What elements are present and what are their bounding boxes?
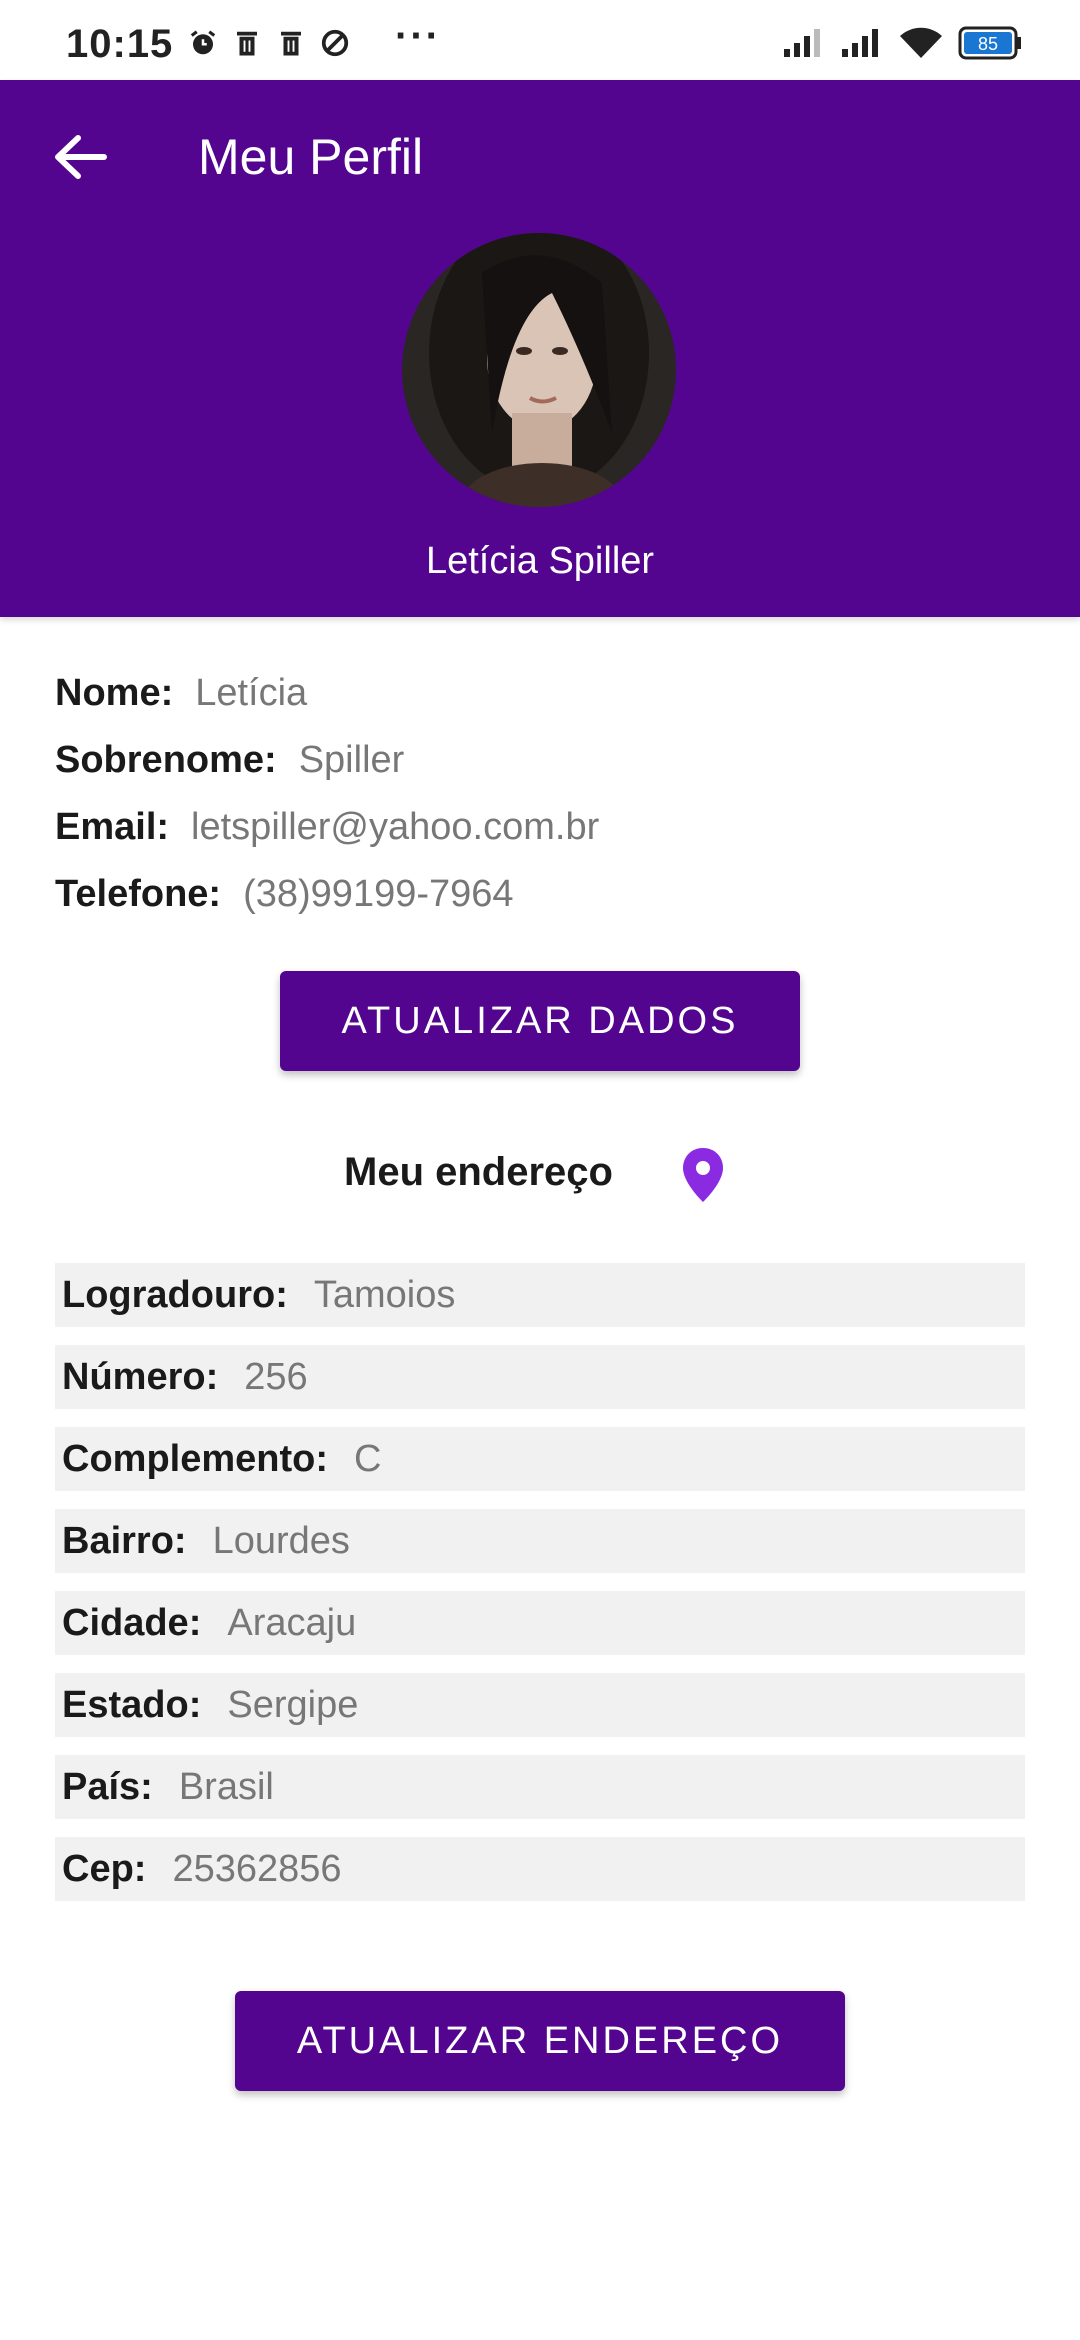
trash-icon xyxy=(237,31,257,56)
address-value: Aracaju xyxy=(227,1602,357,1644)
page-title: Meu Perfil xyxy=(198,129,424,185)
status-system-icons: 85 xyxy=(782,26,1022,60)
address-label: Cidade: xyxy=(62,1602,202,1644)
info-label: Telefone: xyxy=(55,873,222,915)
address-value: Tamoios xyxy=(313,1274,456,1316)
address-value: Brasil xyxy=(178,1766,274,1808)
alarm-icon xyxy=(190,30,216,55)
info-row-email: Email: letspiller@yahoo.com.br xyxy=(55,806,599,873)
profile-name: Letícia Spiller xyxy=(425,540,655,582)
battery-icon: 85 xyxy=(958,26,1021,60)
info-value: letspiller@yahoo.com.br xyxy=(191,806,600,848)
address-value: 25362856 xyxy=(172,1848,342,1890)
address-label: Número: xyxy=(62,1356,219,1398)
address-heading: Meu endereço xyxy=(344,1150,613,1194)
address-value: C xyxy=(354,1438,382,1480)
address-label: País: xyxy=(62,1766,153,1808)
blocked-icon xyxy=(321,29,349,57)
info-row-sobrenome: Sobrenome: Spiller xyxy=(55,739,599,806)
address-row-cidade: Cidade: Aracaju xyxy=(55,1591,1025,1655)
info-value: Spiller xyxy=(298,739,405,781)
address-value: Sergipe xyxy=(227,1684,359,1726)
address-row-pais: País: Brasil xyxy=(55,1755,1025,1819)
info-value: Letícia xyxy=(195,672,308,714)
avatar xyxy=(402,233,676,507)
info-label: Nome: xyxy=(55,672,174,714)
address-label: Complemento: xyxy=(62,1438,328,1480)
update-address-button[interactable]: ATUALIZAR ENDEREÇO xyxy=(235,1991,845,2091)
avatar-photo xyxy=(402,233,676,507)
address-label: Cep: xyxy=(62,1848,147,1890)
signal-icon xyxy=(784,29,820,57)
address-row-logradouro: Logradouro: Tamoios xyxy=(55,1263,1025,1327)
update-data-button[interactable]: ATUALIZAR DADOS xyxy=(280,971,800,1071)
address-row-complemento: Complemento: C xyxy=(55,1427,1025,1491)
info-label: Sobrenome: xyxy=(55,739,277,781)
address-label: Logradouro: xyxy=(62,1274,288,1316)
status-notifications xyxy=(188,28,350,58)
trash-icon xyxy=(281,31,301,56)
wifi-icon xyxy=(900,27,942,58)
personal-info: Nome: Letícia Sobrenome: Spiller Email: let… xyxy=(55,672,599,940)
info-row-telefone: Telefone: (38)99199-7964 xyxy=(55,873,599,940)
address-label: Bairro: xyxy=(62,1520,187,1562)
info-row-nome: Nome: Letícia xyxy=(55,672,599,739)
info-value: (38)99199-7964 xyxy=(243,873,514,915)
status-time: 10:15 xyxy=(66,22,174,66)
battery-level: 85 xyxy=(978,34,998,54)
address-row-numero: Número: 256 xyxy=(55,1345,1025,1409)
profile-header: Meu Perfil Letícia Spiller xyxy=(0,80,1080,617)
address-value: 256 xyxy=(244,1356,308,1398)
location-pin-icon[interactable] xyxy=(680,1146,726,1204)
status-bar: 10:15 ··· 85 xyxy=(0,0,1080,80)
address-list: Logradouro: Tamoios Número: 256 Complement… xyxy=(55,1263,1025,1919)
address-value: Lourdes xyxy=(212,1520,350,1562)
address-row-cep: Cep: 25362856 xyxy=(55,1837,1025,1901)
address-label: Estado: xyxy=(62,1684,202,1726)
address-row-estado: Estado: Sergipe xyxy=(55,1673,1025,1737)
more-notifications-icon: ··· xyxy=(395,14,441,58)
info-label: Email: xyxy=(55,806,170,848)
address-row-bairro: Bairro: Lourdes xyxy=(55,1509,1025,1573)
signal-icon xyxy=(842,29,878,57)
back-arrow-icon[interactable] xyxy=(50,132,110,182)
